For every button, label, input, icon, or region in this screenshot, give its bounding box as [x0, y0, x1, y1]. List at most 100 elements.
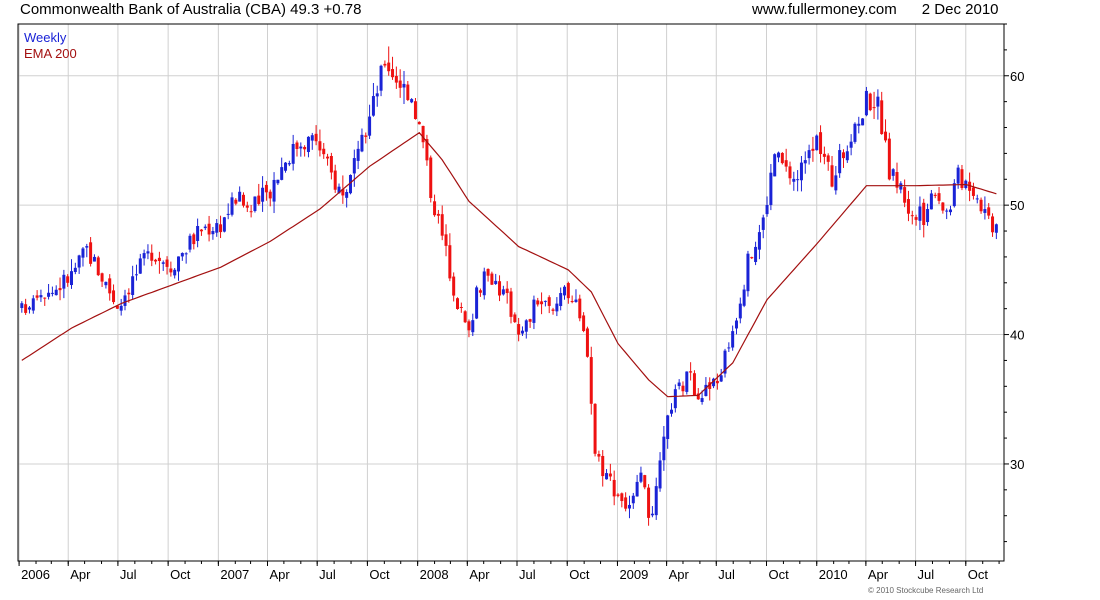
x-tick-label: 2007 — [220, 567, 249, 582]
candle-up — [222, 217, 226, 232]
candle-up — [563, 286, 567, 296]
candle-up — [765, 205, 769, 215]
candle-down — [398, 80, 402, 88]
candle-up — [287, 163, 291, 165]
x-tick-label: 2008 — [420, 567, 449, 582]
candle-up — [161, 262, 165, 264]
candle-down — [987, 207, 991, 216]
candle-down — [841, 152, 845, 159]
x-tick-label: Oct — [968, 567, 989, 582]
candle-up — [845, 151, 849, 161]
candle-up — [952, 183, 956, 207]
candle-up — [761, 217, 765, 230]
candle-up — [670, 409, 674, 414]
candle-up — [838, 150, 842, 174]
x-tick-label: Jul — [319, 567, 336, 582]
x-tick-label: Oct — [569, 567, 590, 582]
candle-down — [192, 234, 196, 245]
candle-up — [375, 93, 379, 97]
candle-up — [734, 320, 738, 329]
candle-down — [582, 315, 586, 331]
candle-down — [249, 211, 253, 213]
candle-down — [624, 497, 628, 509]
candle-down — [608, 473, 612, 477]
candle-up — [654, 486, 658, 516]
candle-up — [272, 179, 276, 202]
candle-down — [322, 148, 326, 155]
candle-up — [494, 280, 498, 284]
candle-down — [43, 297, 47, 299]
candle-up — [146, 251, 150, 254]
x-axis-ticks: 2006 Apr Jul Oct 2007 Apr Jul Oct 2008 Apr Jul Oct 2… — [18, 561, 1000, 582]
candle-up — [203, 226, 207, 229]
candle-down — [66, 276, 70, 283]
candle-down — [448, 245, 452, 279]
candle-up — [700, 398, 704, 402]
candle-down — [937, 193, 941, 201]
candle-down — [333, 170, 337, 190]
candle-up — [685, 371, 689, 392]
x-tick-label: Apr — [70, 567, 91, 582]
candle-down — [364, 135, 368, 137]
candle-up — [666, 415, 670, 440]
candle-down — [585, 328, 589, 357]
candle-down — [391, 69, 395, 78]
candle-up — [983, 209, 987, 213]
candle-up — [226, 213, 230, 215]
y-tick-label: 40 — [1010, 328, 1024, 343]
candle-up — [62, 274, 66, 289]
candle-up — [555, 303, 559, 312]
candle-up — [104, 281, 108, 286]
candle-up — [945, 210, 949, 212]
candle-down — [257, 195, 261, 204]
candle-up — [31, 298, 35, 311]
y-tick-label: 60 — [1010, 69, 1024, 84]
candle-up — [280, 167, 284, 180]
candle-up — [215, 223, 219, 233]
candle-down — [154, 259, 158, 262]
candle-up — [975, 198, 979, 200]
candle-down — [509, 291, 513, 317]
candle-down — [219, 224, 223, 233]
candle-up — [918, 206, 922, 221]
candle-down — [245, 205, 249, 208]
candle-down — [750, 257, 754, 259]
candle-down — [169, 268, 173, 273]
candle-up — [180, 253, 184, 257]
candle-down — [811, 148, 815, 151]
candle-up — [857, 123, 861, 126]
x-tick-label: Jul — [519, 567, 536, 582]
candle-up — [123, 295, 127, 306]
candle-up — [261, 187, 265, 202]
candle-down — [417, 121, 421, 125]
candle-down — [826, 155, 830, 162]
x-tick-label: Jul — [918, 567, 935, 582]
legend-ema-200: EMA 200 — [24, 46, 77, 61]
candle-up — [379, 65, 383, 91]
candle-down — [880, 100, 884, 135]
candle-up — [757, 232, 761, 250]
candle-down — [788, 166, 792, 179]
candle-up — [39, 295, 43, 298]
candle-down — [486, 268, 490, 276]
legend-weekly: Weekly — [24, 30, 67, 45]
candle-down — [436, 213, 440, 216]
candle-up — [799, 162, 803, 181]
candle-down — [517, 324, 521, 335]
candle-up — [891, 169, 895, 176]
candle-down — [692, 373, 696, 396]
candle-down — [780, 152, 784, 164]
candle-down — [513, 314, 517, 323]
candle-up — [807, 150, 811, 159]
candle-up — [658, 460, 662, 489]
candle-down — [24, 304, 28, 313]
candle-up — [849, 141, 853, 148]
candle-down — [884, 131, 888, 141]
candle-up — [727, 347, 731, 349]
candle-up — [85, 246, 89, 248]
candle-down — [868, 93, 872, 111]
candle-up — [310, 135, 314, 141]
candle-down — [108, 278, 112, 294]
y-tick-label: 30 — [1010, 457, 1024, 472]
candle-up — [639, 472, 643, 482]
